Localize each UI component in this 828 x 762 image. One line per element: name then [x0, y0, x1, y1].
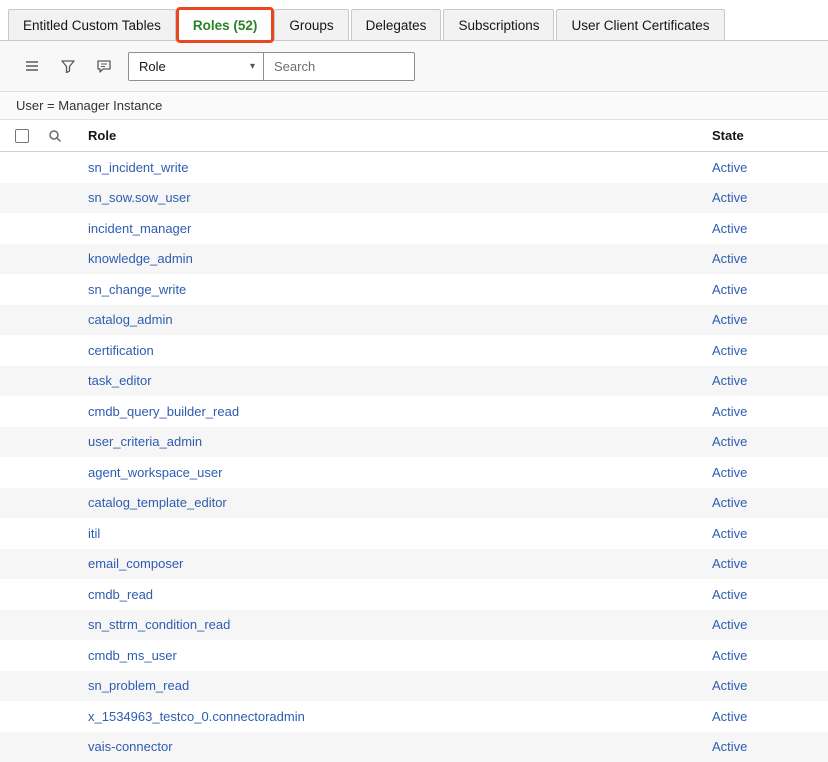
state-link[interactable]: Active	[712, 343, 747, 358]
table-row[interactable]: vais-connector Active	[0, 732, 828, 762]
role-link[interactable]: certification	[88, 343, 154, 358]
tab-groups[interactable]: Groups	[274, 9, 348, 41]
table-row[interactable]: catalog_admin Active	[0, 305, 828, 336]
chevron-down-icon: ▾	[250, 61, 255, 72]
state-link[interactable]: Active	[712, 373, 747, 388]
state-link[interactable]: Active	[712, 465, 747, 480]
role-link[interactable]: catalog_template_editor	[88, 495, 227, 510]
tab-user-client-certificates[interactable]: User Client Certificates	[556, 9, 724, 41]
state-link[interactable]: Active	[712, 739, 747, 754]
role-link[interactable]: incident_manager	[88, 221, 191, 236]
select-all-checkbox[interactable]	[15, 129, 29, 143]
table-row[interactable]: incident_manager Active	[0, 213, 828, 244]
role-link[interactable]: agent_workspace_user	[88, 465, 222, 480]
role-link[interactable]: knowledge_admin	[88, 251, 193, 266]
table-body: sn_incident_write Active sn_sow.sow_user…	[0, 152, 828, 762]
role-link[interactable]: sn_problem_read	[88, 678, 189, 693]
tab-roles[interactable]: Roles (52)	[178, 9, 273, 41]
state-link[interactable]: Active	[712, 617, 747, 632]
table-row[interactable]: sn_sttrm_condition_read Active	[0, 610, 828, 641]
table-row[interactable]: sn_sow.sow_user Active	[0, 183, 828, 214]
state-link[interactable]: Active	[712, 495, 747, 510]
state-link[interactable]: Active	[712, 282, 747, 297]
table-row[interactable]: sn_incident_write Active	[0, 152, 828, 183]
role-link[interactable]: sn_sow.sow_user	[88, 190, 191, 205]
state-link[interactable]: Active	[712, 404, 747, 419]
filter-breadcrumb-row: User = Manager Instance	[0, 92, 828, 120]
tab-delegates[interactable]: Delegates	[351, 9, 442, 41]
table-row[interactable]: cmdb_ms_user Active	[0, 640, 828, 671]
table-row[interactable]: sn_problem_read Active	[0, 671, 828, 702]
state-link[interactable]: Active	[712, 526, 747, 541]
table-row[interactable]: knowledge_admin Active	[0, 244, 828, 275]
table-row[interactable]: x_1534963_testco_0.connectoradmin Active	[0, 701, 828, 732]
role-link[interactable]: vais-connector	[88, 739, 173, 754]
table-row[interactable]: user_criteria_admin Active	[0, 427, 828, 458]
table-row[interactable]: sn_change_write Active	[0, 274, 828, 305]
state-link[interactable]: Active	[712, 587, 747, 602]
state-link[interactable]: Active	[712, 160, 747, 175]
filter-funnel-icon	[60, 58, 76, 74]
role-link[interactable]: cmdb_ms_user	[88, 648, 177, 663]
role-link[interactable]: sn_change_write	[88, 282, 186, 297]
filter-breadcrumb[interactable]: User = Manager Instance	[16, 98, 162, 113]
role-link[interactable]: task_editor	[88, 373, 152, 388]
table-row[interactable]: itil Active	[0, 518, 828, 549]
table-row[interactable]: certification Active	[0, 335, 828, 366]
table-row[interactable]: catalog_template_editor Active	[0, 488, 828, 519]
role-link[interactable]: catalog_admin	[88, 312, 173, 327]
role-link[interactable]: email_composer	[88, 556, 183, 571]
state-column-header[interactable]: State	[712, 128, 828, 143]
search-input[interactable]	[263, 52, 415, 81]
tab-bar: Entitled Custom Tables Roles (52) Groups…	[0, 0, 828, 41]
role-link[interactable]: cmdb_query_builder_read	[88, 404, 239, 419]
search-column-value: Role	[139, 59, 166, 74]
role-link[interactable]: sn_incident_write	[88, 160, 188, 175]
activity-stream-button[interactable]	[92, 54, 116, 78]
table-row[interactable]: cmdb_read Active	[0, 579, 828, 610]
state-link[interactable]: Active	[712, 434, 747, 449]
state-link[interactable]: Active	[712, 312, 747, 327]
search-icon[interactable]	[48, 129, 62, 143]
state-link[interactable]: Active	[712, 221, 747, 236]
role-link[interactable]: user_criteria_admin	[88, 434, 202, 449]
role-link[interactable]: x_1534963_testco_0.connectoradmin	[88, 709, 305, 724]
tab-entitled-custom-tables[interactable]: Entitled Custom Tables	[8, 9, 176, 41]
role-link[interactable]: cmdb_read	[88, 587, 153, 602]
role-column-header[interactable]: Role	[88, 128, 712, 143]
table-row[interactable]: task_editor Active	[0, 366, 828, 397]
state-link[interactable]: Active	[712, 556, 747, 571]
state-link[interactable]: Active	[712, 190, 747, 205]
tab-subscriptions[interactable]: Subscriptions	[443, 9, 554, 41]
list-toolbar: Role ▾	[0, 41, 828, 92]
state-link[interactable]: Active	[712, 251, 747, 266]
state-link[interactable]: Active	[712, 648, 747, 663]
list-menu-button[interactable]	[20, 54, 44, 78]
table-row[interactable]: email_composer Active	[0, 549, 828, 580]
role-link[interactable]: itil	[88, 526, 100, 541]
filter-button[interactable]	[56, 54, 80, 78]
state-link[interactable]: Active	[712, 709, 747, 724]
role-link[interactable]: sn_sttrm_condition_read	[88, 617, 230, 632]
list-menu-icon	[24, 58, 40, 74]
table-header: Role State	[0, 120, 828, 152]
search-column-select[interactable]: Role ▾	[128, 52, 264, 81]
chat-bubble-icon	[96, 58, 112, 74]
table-row[interactable]: cmdb_query_builder_read Active	[0, 396, 828, 427]
table-row[interactable]: agent_workspace_user Active	[0, 457, 828, 488]
state-link[interactable]: Active	[712, 678, 747, 693]
